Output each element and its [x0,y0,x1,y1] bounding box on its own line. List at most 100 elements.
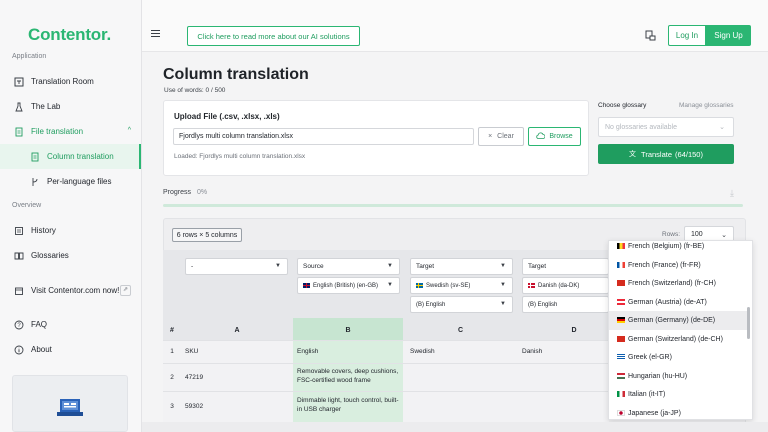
select-value: Swedish (sv-SE) [426,282,471,289]
chevron-down-icon: ⌄ [719,124,725,131]
column-header-b[interactable]: B [293,320,403,340]
column-d-language-select[interactable]: Danish (da-DK) [522,277,609,294]
sidebar-item-visit-contentor[interactable]: Visit Contentor.com now! ⇗ [0,278,141,303]
sidebar-item-per-language-files[interactable]: Per-language files [0,169,141,194]
browse-button[interactable]: Browse [528,127,581,146]
column-header-c[interactable]: C [403,320,518,340]
chevron-down-icon: ▼ [387,263,393,269]
option-label: Italian (it-IT) [628,390,666,398]
option-label: Greek (el-GR) [628,353,672,361]
sidebar-item-column-translation[interactable]: Column translation [0,144,141,169]
sidebar-item-file-translation[interactable]: File translation ^ [0,119,141,144]
branch-icon [30,177,40,187]
option-label: French (Belgium) (fr-BE) [628,242,705,250]
column-d-role-select[interactable]: Target [522,258,609,275]
table-cell-d[interactable]: Danish [522,347,542,356]
row-number: 1 [170,348,174,355]
table-cell-b[interactable]: Removable covers, deep cushions, FSC-cer… [297,367,401,385]
loaded-status: Loaded: Fjordlys multi column translatio… [174,153,306,160]
dropdown-option[interactable]: German (Switzerland) (de-CH) [609,330,747,349]
dropdown-option[interactable]: French (Switzerland) (fr-CH) [609,274,747,293]
hungary-flag-icon [617,373,625,380]
dropdown-option[interactable]: German (Austria) (de-AT) [609,293,747,312]
progress-value: 0% [196,189,208,196]
table-cell-b[interactable]: Dimmable light, touch control, built-in … [297,396,401,414]
denmark-flag-icon [528,283,535,288]
history-icon [14,226,24,236]
row-divider [163,363,609,364]
document-icon [30,152,40,162]
app-logo[interactable]: Contentor. [28,25,111,45]
dropdown-option-selected[interactable]: German (Germany) (de-DE) [609,311,747,330]
sidebar-item-faq[interactable]: ? FAQ [0,312,141,337]
sidebar: Contentor. Application Translation Room … [0,0,142,432]
table-cell-b[interactable]: English [297,347,318,356]
ai-solutions-button[interactable]: Click here to read more about our AI sol… [187,26,360,46]
translate-icon: 文 [629,151,637,158]
column-b-language-select[interactable]: English (British) (en-GB) ▼ [297,277,400,294]
glossary-select[interactable]: No glossaries available ⌄ [598,117,734,137]
top-bar: Click here to read more about our AI sol… [142,0,768,52]
menu-icon[interactable] [151,30,160,38]
sidebar-item-history[interactable]: History [0,218,141,243]
sweden-flag-icon [416,283,423,288]
germany-flag-icon [617,317,625,324]
section-application-label: Application [12,53,47,60]
option-label: German (Germany) (de-DE) [628,316,716,324]
italy-flag-icon [617,391,625,398]
select-value: Source [303,263,324,270]
file-name-field[interactable]: Fjordlys multi column translation.xlsx [173,128,474,145]
chevron-up-icon: ^ [127,127,131,134]
translate-count: (64/150) [675,149,703,159]
dropdown-option[interactable]: Hungarian (hu-HU) [609,367,747,386]
dropdown-scrollbar[interactable] [747,307,750,339]
language-dropdown[interactable]: French (Belgium) (fr-BE) French (France)… [608,240,753,420]
manage-glossaries-link[interactable]: Manage glossaries [679,102,734,109]
sidebar-item-the-lab[interactable]: The Lab [0,94,141,119]
login-button[interactable]: Log In [668,25,706,46]
file-icon [14,127,24,137]
row-number: 2 [170,374,174,381]
sidebar-item-about[interactable]: About [0,337,141,362]
translate-page-icon[interactable] [645,30,656,41]
dropdown-option[interactable]: French (France) (fr-FR) [609,256,747,275]
column-a-role-select[interactable]: - ▼ [185,258,288,275]
sidebar-item-label: Visit Contentor.com now! [31,286,120,295]
browse-label: Browse [549,133,573,140]
column-b-role-select[interactable]: Source ▼ [297,258,400,275]
japan-flag-icon [617,410,625,417]
dropdown-option[interactable]: Greek (el-GR) [609,348,747,367]
dropdown-option[interactable]: French (Belgium) (fr-BE) [609,241,747,256]
dropdown-option[interactable]: Japanese (ja-JP) [609,404,747,419]
table-cell-c[interactable]: Swedish [410,347,435,356]
column-header-a[interactable]: A [181,320,293,340]
table-cell-a[interactable]: SKU [185,347,198,356]
sidebar-item-label: The Lab [31,102,61,111]
help-icon: ? [14,320,24,330]
option-label: French (France) (fr-FR) [628,261,701,269]
sidebar-item-label: Glossaries [31,251,69,260]
rows-label: Rows: [662,231,681,238]
clear-button[interactable]: × Clear [478,127,524,146]
sidebar-promo-card[interactable] [12,375,128,432]
cloud-upload-icon [536,132,546,141]
table-cell-a[interactable]: 59302 [185,402,203,411]
sidebar-item-glossaries[interactable]: Glossaries [0,243,141,268]
table-cell-a[interactable]: 47219 [185,373,203,382]
select-value: English (British) (en-GB) [313,282,379,289]
signup-button[interactable]: Sign Up [706,25,751,46]
progress-title: Progress [163,189,192,196]
column-c-base-select[interactable]: (B) English ▼ [410,296,513,313]
sidebar-item-translation-room[interactable]: Translation Room [0,69,141,94]
chevron-down-icon: ▼ [500,263,506,269]
download-icon[interactable]: ⤓ [730,188,734,199]
dropdown-option[interactable]: Italian (it-IT) [609,385,747,404]
sidebar-item-label: File translation [31,127,84,136]
select-value: - [191,263,194,270]
column-c-language-select[interactable]: Swedish (sv-SE) ▼ [410,277,513,294]
upload-title: Upload File (.csv, .xlsx, .xls) [174,112,280,121]
option-label: German (Austria) (de-AT) [628,298,707,306]
translate-button[interactable]: 文 Translate (64/150) [598,144,734,164]
column-c-role-select[interactable]: Target ▼ [410,258,513,275]
column-d-base-select[interactable]: (B) English [522,296,609,313]
